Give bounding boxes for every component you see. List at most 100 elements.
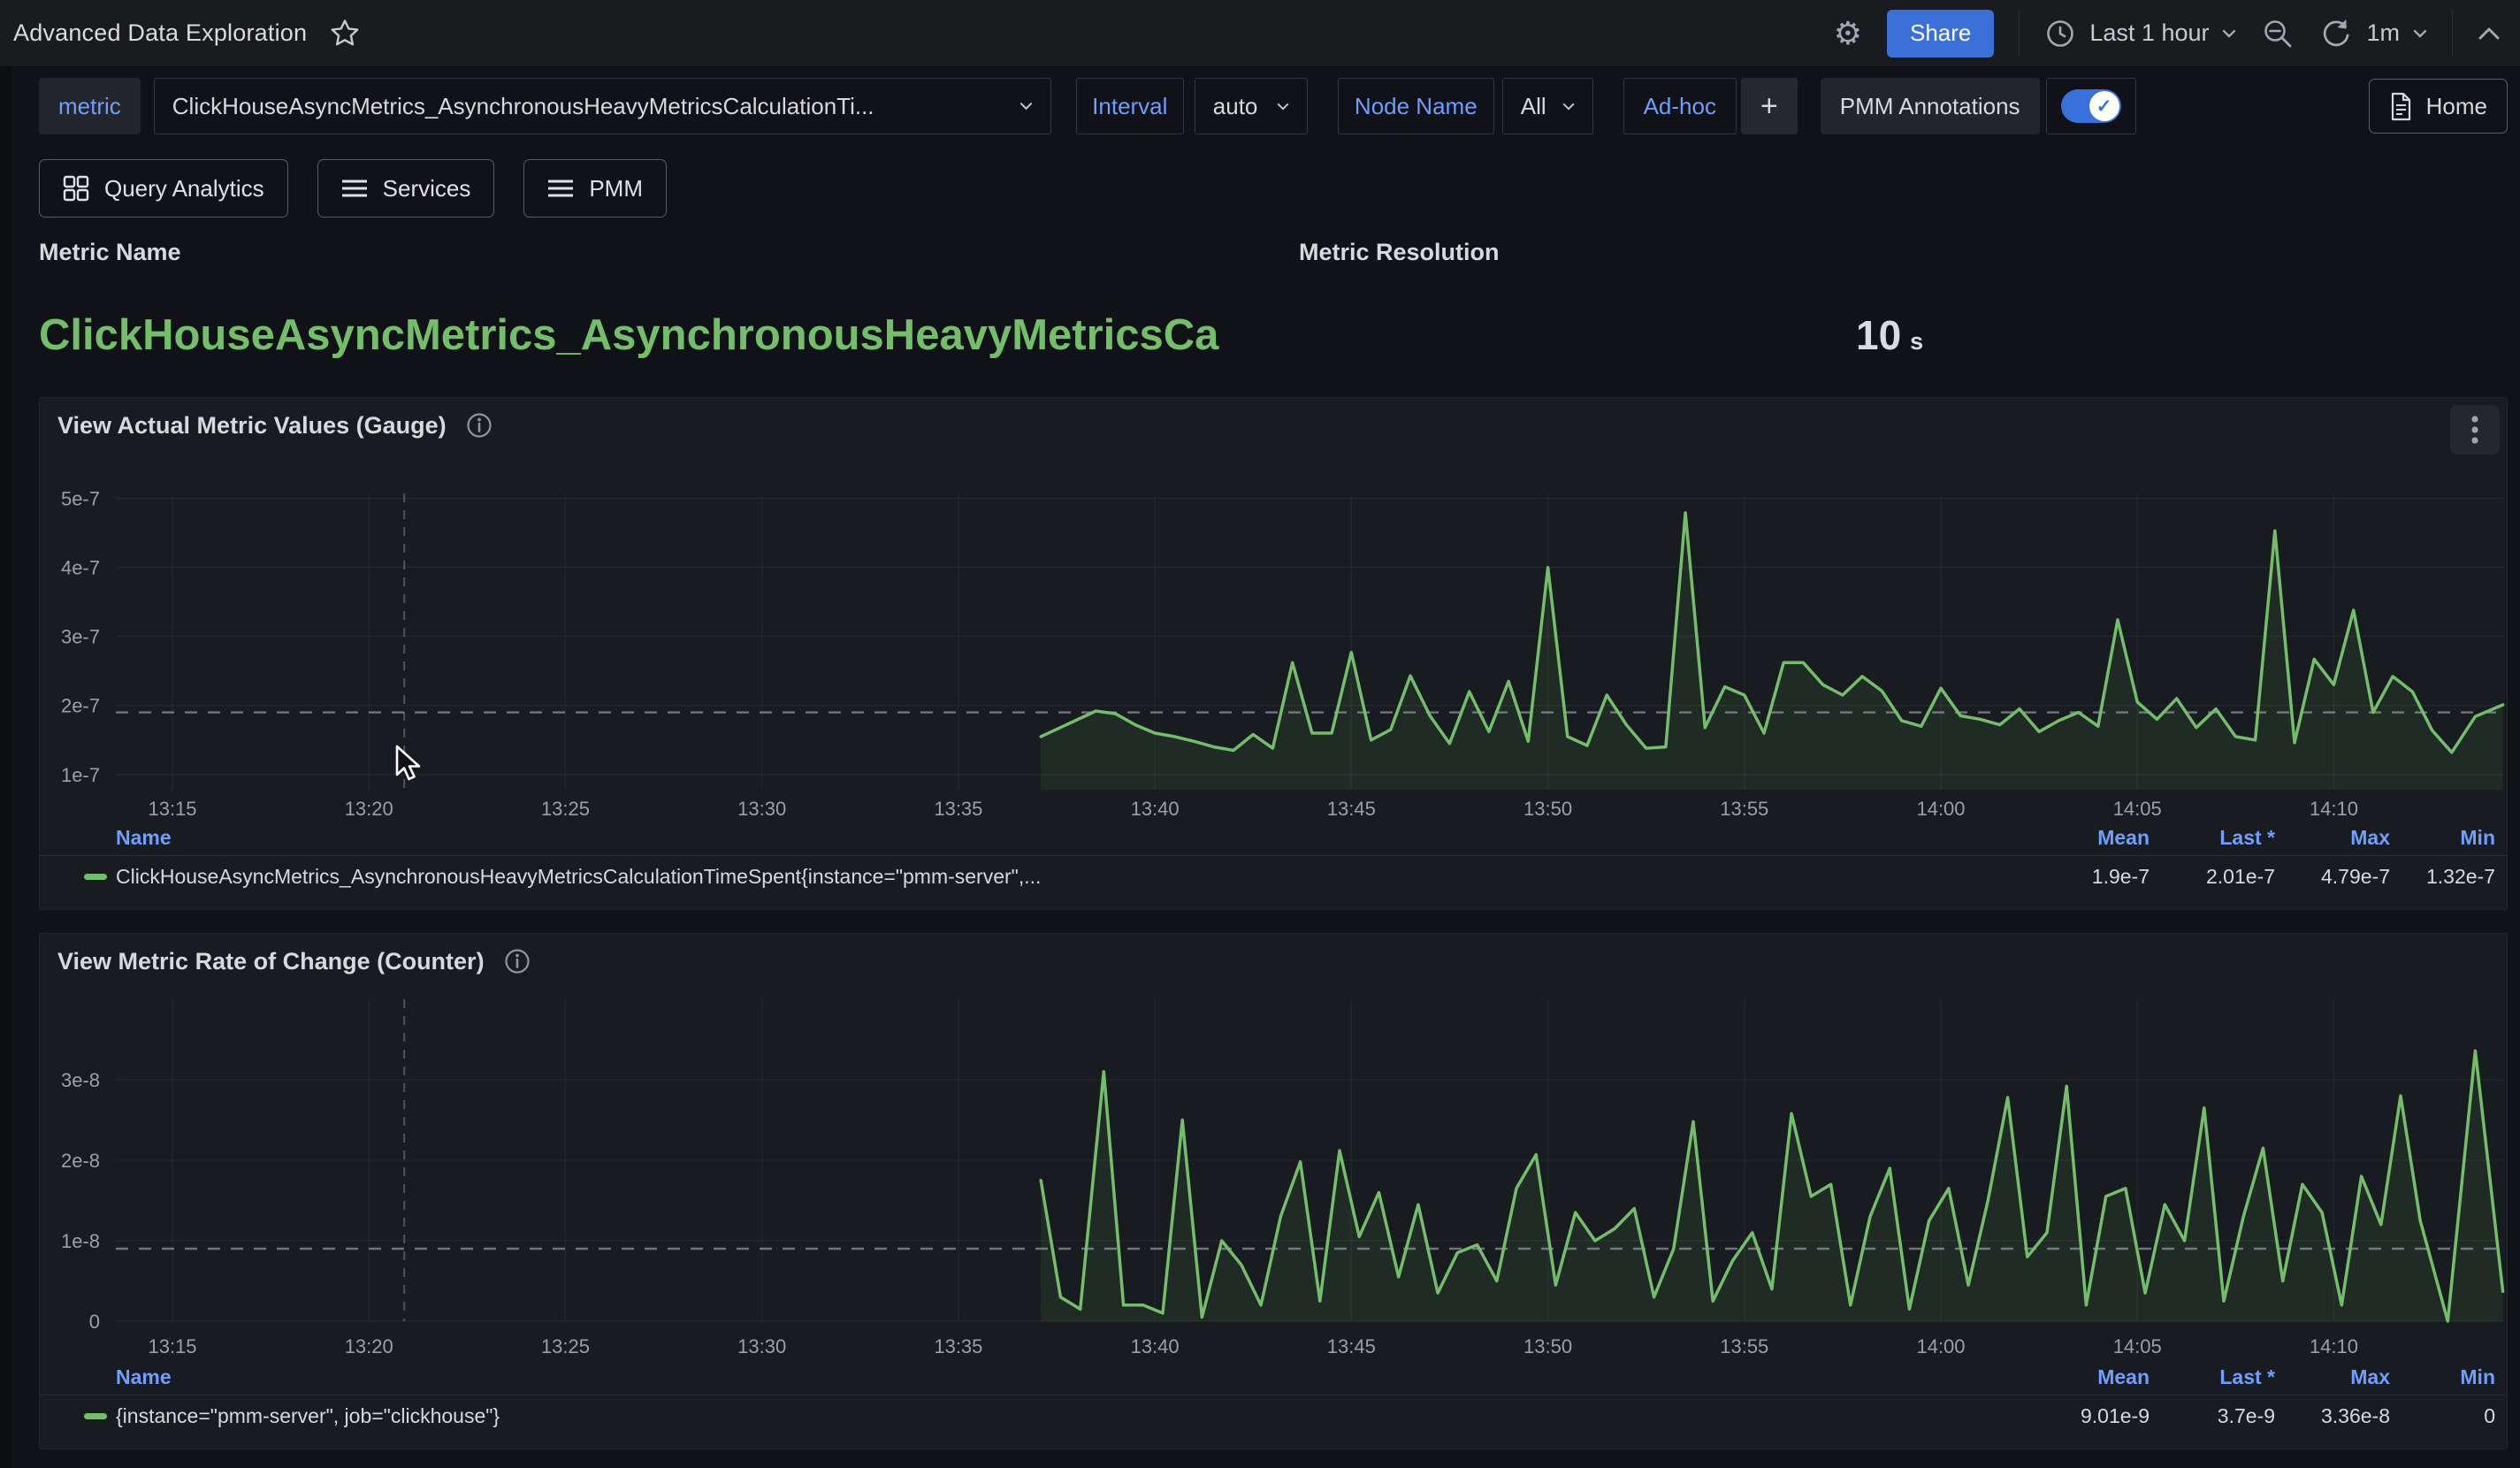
adhoc-filter-label: Ad-hoc (1623, 78, 1737, 134)
stat-min: 1.32e-7 (2390, 865, 2495, 889)
pmm-link-button[interactable]: PMM (523, 159, 667, 218)
legend-col-min[interactable]: Min (2390, 826, 2495, 850)
svg-text:3e-7: 3e-7 (61, 626, 100, 648)
svg-text:14:05: 14:05 (2113, 798, 2162, 820)
svg-text:3e-8: 3e-8 (61, 1069, 100, 1091)
share-button[interactable]: Share (1887, 10, 1994, 57)
menu-lines-icon (341, 179, 368, 198)
home-button[interactable]: Home (2369, 79, 2508, 134)
pmm-annotations-toggle[interactable]: ✓ (2046, 78, 2136, 134)
series-name[interactable]: ClickHouseAsyncMetrics_AsynchronousHeavy… (116, 865, 2008, 889)
legend-col-min[interactable]: Min (2390, 1365, 2495, 1389)
chevron-down-icon (1562, 103, 1575, 111)
svg-text:14:05: 14:05 (2113, 1335, 2162, 1357)
legend-col-last[interactable]: Last * (2150, 826, 2275, 850)
stat-min: 0 (2390, 1404, 2495, 1428)
svg-text:13:35: 13:35 (934, 1335, 982, 1357)
svg-text:2e-7: 2e-7 (61, 695, 100, 717)
legend-col-mean[interactable]: Mean (2008, 826, 2150, 850)
stat-mean: 1.9e-7 (2008, 865, 2150, 889)
svg-text:14:00: 14:00 (1916, 1335, 1965, 1357)
gauge-chart[interactable]: 13:1513:2013:2513:3013:3513:4013:4513:50… (40, 453, 2509, 821)
nav-divider (2452, 11, 2453, 57)
panel-title[interactable]: View Metric Rate of Change (Counter) (57, 948, 485, 975)
metric-name-value: ClickHouseAsyncMetrics_AsynchronousHeavy… (39, 310, 1280, 360)
add-adhoc-filter-button[interactable]: + (1741, 78, 1798, 134)
refresh-interval-label[interactable]: 1m (2366, 19, 2400, 47)
svg-text:13:35: 13:35 (934, 798, 982, 820)
dashboard-links-row: Query Analytics Services PMM (39, 159, 2508, 218)
svg-text:13:45: 13:45 (1327, 1335, 1376, 1357)
svg-text:13:40: 13:40 (1131, 798, 1180, 820)
svg-text:2e-8: 2e-8 (61, 1150, 100, 1172)
stat-max: 4.79e-7 (2275, 865, 2390, 889)
svg-text:13:30: 13:30 (737, 1335, 786, 1357)
favorite-star-icon[interactable] (330, 19, 360, 48)
legend-col-last[interactable]: Last * (2150, 1365, 2275, 1389)
svg-text:13:25: 13:25 (541, 798, 590, 820)
svg-text:13:20: 13:20 (345, 798, 393, 820)
counter-chart[interactable]: 13:1513:2013:2513:3013:3513:4013:4513:50… (40, 989, 2509, 1360)
apps-grid-icon (63, 175, 89, 202)
svg-text:13:20: 13:20 (345, 1335, 393, 1357)
legend-col-mean[interactable]: Mean (2008, 1365, 2150, 1389)
query-analytics-link-button[interactable]: Query Analytics (39, 159, 288, 218)
legend-col-name[interactable]: Name (116, 826, 2008, 850)
metric-select[interactable]: ClickHouseAsyncMetrics_AsynchronousHeavy… (154, 78, 1051, 134)
info-icon[interactable] (466, 412, 493, 439)
services-link-button[interactable]: Services (317, 159, 495, 218)
legend-col-max[interactable]: Max (2275, 826, 2390, 850)
pmm-label: PMM (589, 175, 643, 203)
panel-title[interactable]: View Actual Metric Values (Gauge) (57, 412, 447, 440)
metric-resolution-value: 10 s (1856, 311, 1923, 359)
chevron-down-icon[interactable] (2413, 29, 2427, 38)
legend-row: {instance="pmm-server", job="clickhouse"… (40, 1395, 2507, 1436)
svg-text:14:10: 14:10 (2310, 798, 2358, 820)
interval-select[interactable]: auto (1195, 78, 1308, 134)
stat-last: 3.7e-9 (2150, 1404, 2275, 1428)
series-name[interactable]: {instance="pmm-server", job="clickhouse"… (116, 1404, 2008, 1428)
metric-select-value: ClickHouseAsyncMetrics_AsynchronousHeavy… (172, 93, 874, 120)
collapse-chevron-up-icon[interactable] (2478, 27, 2501, 41)
resolution-number: 10 (1856, 311, 1901, 359)
node-name-select-value: All (1521, 93, 1546, 120)
legend-header: Name Mean Last * Max Min (40, 1360, 2507, 1395)
svg-text:13:15: 13:15 (148, 798, 196, 820)
svg-text:1e-8: 1e-8 (61, 1230, 100, 1252)
series-color-swatch (84, 1413, 107, 1419)
query-analytics-label: Query Analytics (104, 175, 264, 203)
chevron-down-icon (1019, 102, 1033, 111)
variables-row: metric ClickHouseAsyncMetrics_Asynchrono… (39, 78, 2508, 134)
refresh-icon[interactable] (2319, 17, 2353, 50)
legend-row: ClickHouseAsyncMetrics_AsynchronousHeavy… (40, 856, 2507, 897)
time-range-picker[interactable]: Last 1 hour (2044, 18, 2236, 50)
page-title[interactable]: Advanced Data Exploration (13, 19, 307, 47)
svg-text:13:55: 13:55 (1720, 798, 1768, 820)
metric-variable-label: metric (39, 78, 141, 134)
panel-menu-kebab-icon[interactable] (2450, 405, 2500, 455)
panel-metric-rate-of-change: View Metric Rate of Change (Counter) 13:… (39, 933, 2508, 1449)
svg-text:13:15: 13:15 (148, 1335, 196, 1357)
stat-mean: 9.01e-9 (2008, 1404, 2150, 1428)
svg-text:13:45: 13:45 (1327, 798, 1376, 820)
node-name-select[interactable]: All (1502, 78, 1593, 134)
svg-text:13:30: 13:30 (737, 798, 786, 820)
toggle-check-icon: ✓ (2089, 91, 2119, 121)
menu-lines-icon (547, 179, 574, 198)
interval-variable-label: Interval (1076, 78, 1184, 134)
pmm-annotations-label: PMM Annotations (1821, 78, 2040, 134)
svg-text:14:00: 14:00 (1916, 798, 1965, 820)
legend-col-name[interactable]: Name (116, 1365, 2008, 1389)
svg-text:1e-7: 1e-7 (61, 764, 100, 786)
svg-text:14:10: 14:10 (2310, 1335, 2358, 1357)
metric-values-row: ClickHouseAsyncMetrics_AsynchronousHeavy… (39, 310, 2508, 360)
dashboard-settings-gear-icon[interactable]: ⚙ (1834, 18, 1862, 50)
clock-icon (2044, 18, 2076, 50)
info-icon[interactable] (504, 948, 531, 975)
legend-col-max[interactable]: Max (2275, 1365, 2390, 1389)
zoom-out-icon[interactable] (2261, 17, 2295, 50)
home-button-label: Home (2426, 93, 2487, 120)
svg-text:13:40: 13:40 (1131, 1335, 1180, 1357)
toggle-pill: ✓ (2061, 89, 2121, 123)
metric-header-row: Metric Name Metric Resolution (39, 239, 2508, 266)
